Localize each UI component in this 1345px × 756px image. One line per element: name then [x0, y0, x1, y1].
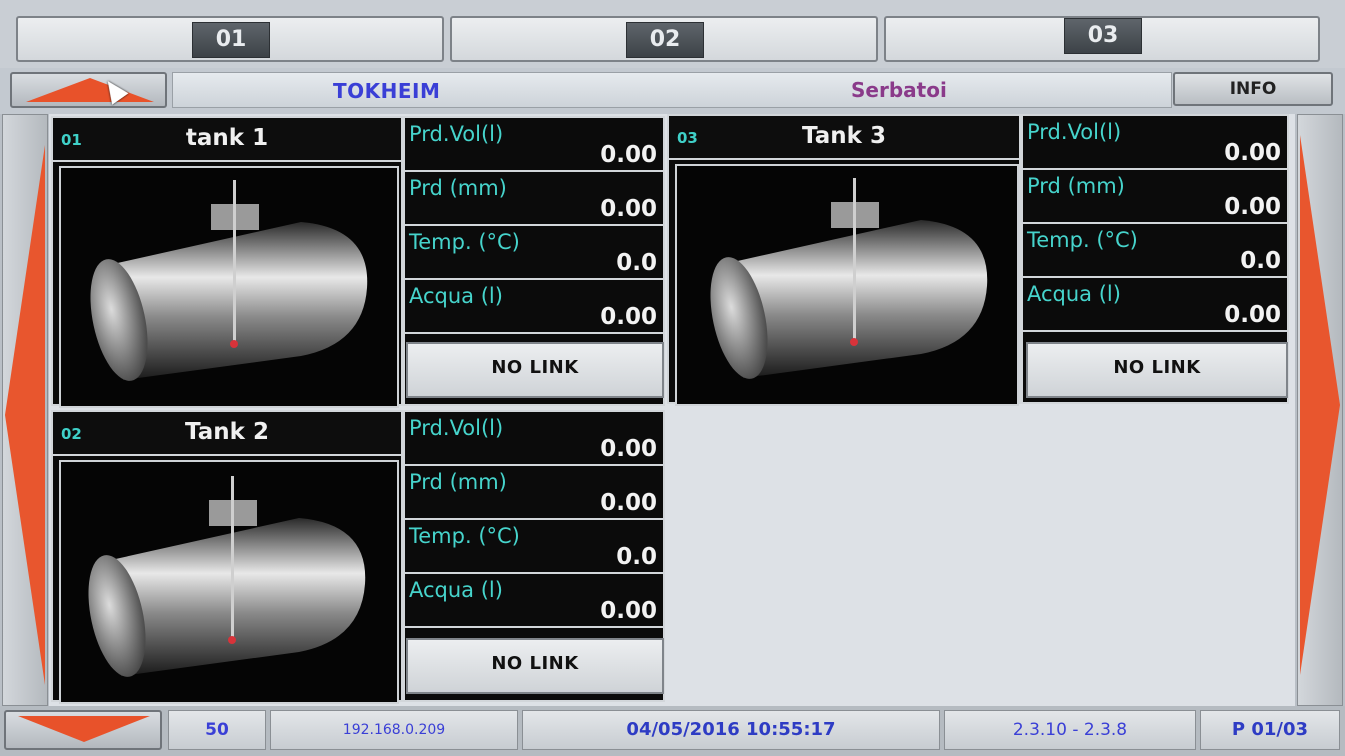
no-link-button[interactable]: NO LINK	[406, 638, 664, 694]
tank-header: 01 tank 1	[53, 118, 401, 162]
field-label: Temp. (°C)	[1027, 228, 1138, 252]
tank-image-icon	[675, 164, 1019, 406]
footer-page: P 01/03	[1200, 710, 1340, 750]
page-title: Serbatoi	[851, 78, 947, 102]
field-label: Prd.Vol(l)	[1027, 120, 1122, 144]
no-link-button[interactable]: NO LINK	[406, 342, 664, 398]
field-temp: Temp. (°C) 0.0	[405, 226, 663, 280]
field-value: 0.00	[600, 436, 657, 462]
tab-03[interactable]: 03	[884, 16, 1320, 62]
tank-image-icon	[59, 460, 399, 704]
prev-page-button[interactable]	[2, 114, 48, 706]
arrow-up-icon	[26, 78, 154, 102]
tank-name: Tank 2	[185, 419, 269, 445]
field-label: Acqua (l)	[409, 578, 503, 602]
field-acqua: Acqua (l) 0.00	[405, 574, 663, 628]
field-label: Prd.Vol(l)	[409, 122, 504, 146]
tank-1-readouts: Prd.Vol(l) 0.00 Prd (mm) 0.00 Temp. (°C)…	[403, 116, 665, 406]
field-value: 0.00	[1224, 194, 1281, 220]
field-value: 0.0	[616, 250, 657, 276]
field-prd-mm: Prd (mm) 0.00	[405, 466, 663, 520]
tank-3-readouts: Prd.Vol(l) 0.00 Prd (mm) 0.00 Temp. (°C)…	[1021, 114, 1289, 404]
field-value: 0.00	[1224, 140, 1281, 166]
field-prd-vol: Prd.Vol(l) 0.00	[1023, 116, 1287, 170]
field-value: 0.00	[600, 142, 657, 168]
scroll-up-button[interactable]	[10, 72, 167, 108]
field-value: 0.00	[600, 490, 657, 516]
field-label: Prd.Vol(l)	[409, 416, 504, 440]
tank-header: 02 Tank 2	[53, 412, 401, 456]
tab-02-label: 02	[626, 22, 704, 58]
title-strip: TOKHEIM Serbatoi	[172, 72, 1172, 108]
tab-01[interactable]: 01	[16, 16, 444, 62]
arrow-down-icon	[18, 716, 150, 742]
tank-image-icon	[59, 166, 399, 408]
arrow-right-icon	[1300, 135, 1340, 675]
field-temp: Temp. (°C) 0.0	[1023, 224, 1287, 278]
field-temp: Temp. (°C) 0.0	[405, 520, 663, 574]
brand-label: TOKHEIM	[333, 79, 441, 103]
tank-header: 03 Tank 3	[669, 116, 1019, 160]
field-label: Acqua (l)	[409, 284, 503, 308]
field-value: 0.00	[600, 304, 657, 330]
field-label: Acqua (l)	[1027, 282, 1121, 306]
field-prd-mm: Prd (mm) 0.00	[405, 172, 663, 226]
tab-02[interactable]: 02	[450, 16, 878, 62]
field-value: 0.00	[600, 598, 657, 624]
no-link-button[interactable]: NO LINK	[1026, 342, 1288, 398]
field-value: 0.00	[1224, 302, 1281, 328]
field-acqua: Acqua (l) 0.00	[1023, 278, 1287, 332]
field-prd-vol: Prd.Vol(l) 0.00	[405, 412, 663, 466]
tank-card-2[interactable]: 02 Tank 2	[51, 410, 403, 704]
tab-01-label: 01	[192, 22, 270, 58]
field-value: 0.00	[600, 196, 657, 222]
footer-datetime: 04/05/2016 10:55:17	[522, 710, 940, 750]
tank-card-1[interactable]: 01 tank 1	[51, 116, 403, 408]
field-value: 0.0	[616, 544, 657, 570]
field-prd-mm: Prd (mm) 0.00	[1023, 170, 1287, 224]
field-value: 0.0	[1240, 248, 1281, 274]
scroll-down-button[interactable]	[4, 710, 162, 750]
field-label: Prd (mm)	[409, 470, 507, 494]
info-button[interactable]: INFO	[1173, 72, 1333, 106]
tank-name: tank 1	[185, 125, 269, 151]
tank-2-readouts: Prd.Vol(l) 0.00 Prd (mm) 0.00 Temp. (°C)…	[403, 410, 665, 702]
tank-card-3[interactable]: 03 Tank 3	[667, 114, 1021, 406]
field-prd-vol: Prd.Vol(l) 0.00	[405, 118, 663, 172]
field-label: Temp. (°C)	[409, 230, 520, 254]
arrow-left-icon	[5, 145, 45, 685]
tank-name: Tank 3	[802, 123, 886, 149]
field-label: Prd (mm)	[409, 176, 507, 200]
field-label: Prd (mm)	[1027, 174, 1125, 198]
footer-version: 2.3.10 - 2.3.8	[944, 710, 1196, 750]
next-page-button[interactable]	[1297, 114, 1343, 706]
field-label: Temp. (°C)	[409, 524, 520, 548]
tab-03-label: 03	[1064, 18, 1142, 54]
footer-count: 50	[168, 710, 266, 750]
footer-ip: 192.168.0.209	[270, 710, 518, 750]
field-acqua: Acqua (l) 0.00	[405, 280, 663, 334]
